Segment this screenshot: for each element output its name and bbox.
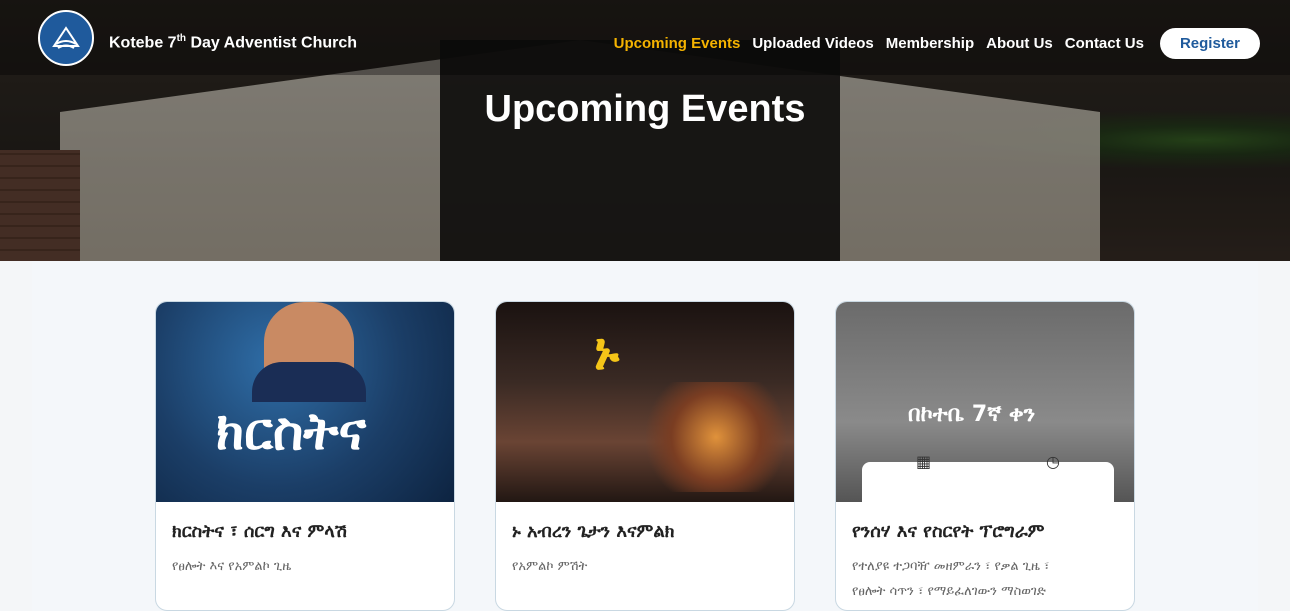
crowd-lights (646, 382, 786, 492)
event-description: የተለያዩ ተጋባዥ መዘምራን ፣ የቃል ጊዜ ፣ የፀሎት ሳጥን ፣ የ… (852, 554, 1118, 604)
nav-contact-us[interactable]: Contact Us (1065, 35, 1144, 53)
event-poster-image[interactable]: ኑ (496, 302, 794, 502)
page-title: Upcoming Events (484, 88, 806, 130)
event-title[interactable]: ክርስትና ፣ ሰርግ እና ምላሽ (172, 520, 438, 544)
poster-title: በኮተቤ 7ኛ ቀን (908, 402, 1036, 427)
events-section: ክርስትና ክርስትና ፣ ሰርግ እና ምላሽ የፀሎት እና የአምልኮ ጊ… (32, 261, 1258, 611)
event-description-line-2: የፀሎት ሳጥን ፣ የማይፈለገውን ማስወገድ (852, 584, 1046, 599)
speaker-suit (252, 362, 366, 402)
event-card[interactable]: ክርስትና ክርስትና ፣ ሰርግ እና ምላሽ የፀሎት እና የአምልኮ ጊ… (155, 301, 455, 611)
event-card[interactable]: ኑ ኑ አብረን ጌታን እናምልክ የአምልኮ ምሽት (495, 301, 795, 611)
nav-membership[interactable]: Membership (886, 35, 974, 53)
event-title[interactable]: የንሰሃ እና የስርየት ፕሮግራም (852, 520, 1118, 544)
poster-title: ኑ (594, 322, 620, 382)
sda-logo-icon (52, 26, 80, 49)
event-description-line-1: የተለያዩ ተጋባዥ መዘምራን ፣ የቃል ጊዜ ፣ (852, 559, 1050, 574)
nav-uploaded-videos[interactable]: Uploaded Videos (752, 35, 873, 53)
poster-info-box (862, 462, 1114, 502)
clock-icon: ◷ (1046, 452, 1060, 471)
event-poster-image[interactable]: ክርስትና (156, 302, 454, 502)
calendar-icon: ▦ (916, 452, 932, 471)
main-nav: Upcoming Events Uploaded Videos Membersh… (602, 28, 1260, 59)
event-title[interactable]: ኑ አብረን ጌታን እናምልክ (512, 520, 778, 544)
church-name-prefix: Kotebe 7 (109, 34, 177, 52)
church-logo[interactable] (38, 10, 94, 66)
nav-about-us[interactable]: About Us (986, 35, 1053, 53)
navbar: Kotebe 7th Day Adventist Church Upcoming… (0, 0, 1290, 75)
event-description: የአምልኮ ምሽት (512, 559, 588, 574)
poster-title: ክርስትና (216, 402, 367, 462)
register-button[interactable]: Register (1159, 28, 1260, 59)
church-name-suffix: Day Adventist Church (186, 34, 358, 52)
event-description: የፀሎት እና የአምልኮ ጊዜ (172, 559, 292, 574)
event-poster-image[interactable]: በኮተቤ 7ኛ ቀን ▦ ◷ (836, 302, 1134, 502)
nav-upcoming-events[interactable]: Upcoming Events (614, 35, 741, 53)
church-name[interactable]: Kotebe 7th Day Adventist Church (109, 33, 357, 52)
event-card[interactable]: በኮተቤ 7ኛ ቀን ▦ ◷ የንሰሃ እና የስርየት ፕሮግራም የተለያዩ… (835, 301, 1135, 611)
church-name-sup: th (176, 33, 187, 44)
